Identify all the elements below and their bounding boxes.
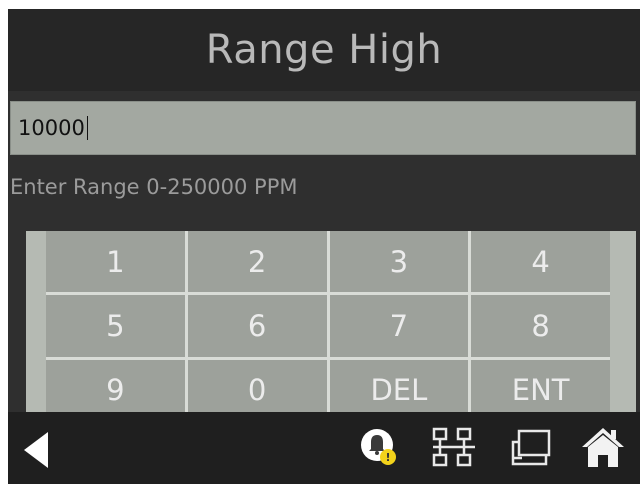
- key-1[interactable]: 1: [46, 231, 185, 293]
- key-5[interactable]: 5: [46, 295, 185, 357]
- text-caret: [86, 116, 88, 140]
- key-6[interactable]: 6: [187, 295, 327, 357]
- keypad: 1 2 3 4 5 6 7 8 9 0 DEL ENT: [46, 231, 610, 421]
- keypad-frame: 1 2 3 4 5 6 7 8 9 0 DEL ENT: [26, 231, 636, 421]
- device-screen: Range High 10000 Enter Range 0-250000 PP…: [8, 9, 640, 484]
- range-hint: Enter Range 0-250000 PPM: [10, 175, 298, 199]
- home-icon[interactable]: [580, 425, 626, 473]
- alarm-bell-icon[interactable]: !: [360, 425, 400, 471]
- svg-text:!: !: [385, 451, 390, 464]
- key-7[interactable]: 7: [329, 295, 469, 357]
- title-bar: Range High: [8, 9, 640, 91]
- range-value-text: 10000: [18, 116, 85, 140]
- key-3[interactable]: 3: [329, 231, 469, 293]
- key-4[interactable]: 4: [471, 231, 610, 293]
- network-icon[interactable]: [431, 427, 477, 473]
- range-value-input[interactable]: 10000: [10, 101, 636, 155]
- bottom-nav-bar: !: [8, 412, 640, 484]
- display-icon[interactable]: [510, 426, 556, 474]
- page-title: Range High: [205, 27, 443, 73]
- key-8[interactable]: 8: [471, 295, 610, 357]
- key-2[interactable]: 2: [187, 231, 327, 293]
- back-arrow-icon[interactable]: [22, 430, 52, 474]
